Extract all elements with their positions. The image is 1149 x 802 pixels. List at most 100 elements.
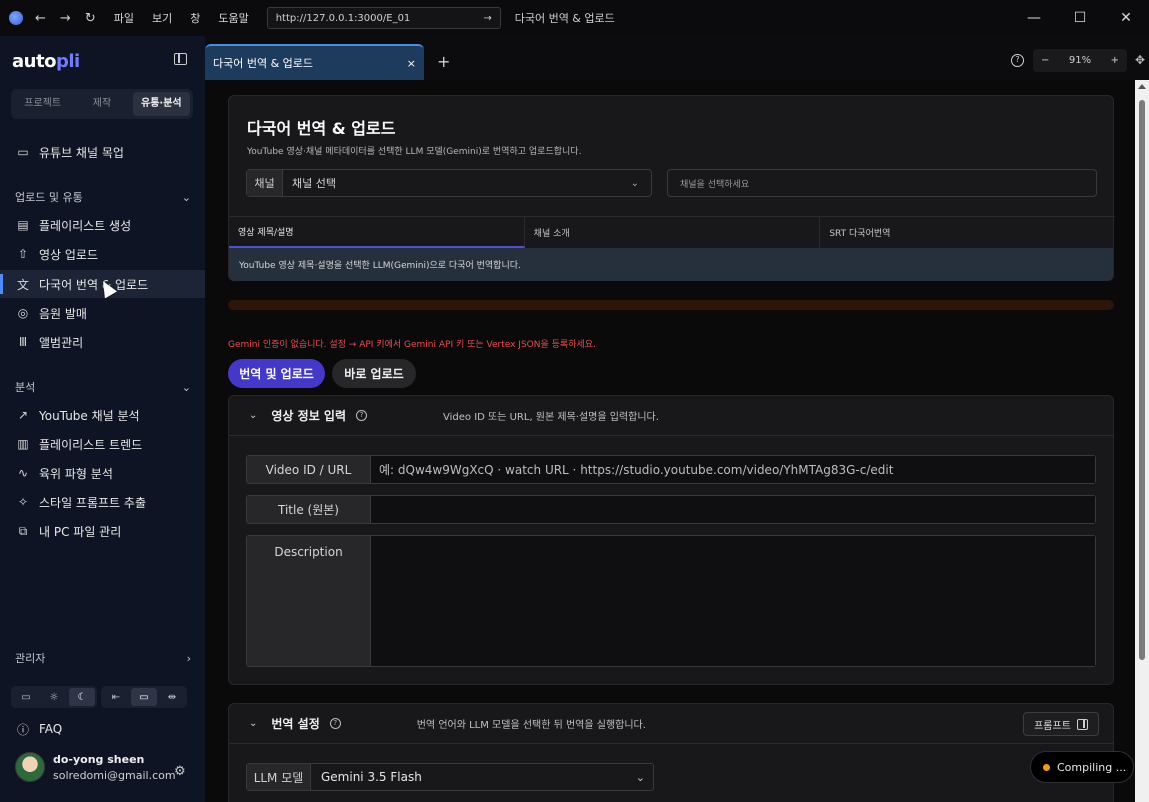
direct-upload-button[interactable]: 바로 업로드 bbox=[332, 359, 416, 388]
sidebar-item-playlist-trend[interactable]: ▥ 플레이리스트 트렌드 bbox=[0, 430, 205, 458]
bar-chart-icon: ▥ bbox=[17, 437, 29, 451]
section-title: 영상 정보 입력 bbox=[271, 409, 346, 423]
sidebar-item-pc-files[interactable]: ⧉ 내 PC 파일 관리 bbox=[0, 517, 205, 545]
back-icon[interactable]: ← bbox=[35, 11, 46, 26]
close-window-icon[interactable]: ✕ bbox=[1103, 0, 1149, 36]
logo-part-a: auto bbox=[12, 51, 56, 72]
sidebar-item-video-upload[interactable]: ⇧ 영상 업로드 bbox=[0, 240, 205, 268]
sidebar-item-faq[interactable]: ⓘ FAQ bbox=[0, 715, 205, 743]
segment-production[interactable]: 제작 bbox=[73, 92, 130, 116]
avatar bbox=[15, 752, 45, 782]
sidebar-item-label: 앨범관리 bbox=[39, 335, 84, 350]
reload-icon[interactable]: ↻ bbox=[85, 11, 96, 26]
header-card: 다국어 번역 & 업로드 YouTube 영상·채널 메타데이터를 선택한 LL… bbox=[228, 95, 1115, 281]
tab-srt-translate[interactable]: SRT 다국어번역 bbox=[820, 217, 1115, 248]
chevron-right-icon: › bbox=[186, 651, 191, 665]
compiling-indicator: Compiling ... bbox=[1030, 751, 1134, 783]
menu-file[interactable]: 파일 bbox=[114, 10, 134, 26]
clipboard-icon: ▤ bbox=[17, 218, 29, 232]
video-info-header[interactable]: ⌄ 영상 정보 입력 ? Video ID 또는 URL, 원본 제목·설명을 … bbox=[229, 396, 1113, 436]
tab-video-title-desc[interactable]: 영상 제목/설명 bbox=[229, 217, 525, 248]
theme-group: ▭ ☼ ☾ bbox=[11, 686, 97, 708]
menu-window[interactable]: 창 bbox=[190, 10, 200, 26]
scroll-up-icon[interactable] bbox=[1138, 84, 1146, 89]
sidebar-section-upload[interactable]: 업로드 및 유통 ⌄ bbox=[15, 189, 191, 205]
chevron-down-icon: ⌄ bbox=[181, 380, 191, 394]
layout-group: ⇤ ▭ ⇹ bbox=[101, 686, 187, 708]
collapse-horizontal-icon[interactable]: ⇤ bbox=[103, 688, 129, 706]
sidebar-item-style-prompt[interactable]: ✧ 스타일 프롬프트 추출 bbox=[0, 488, 205, 516]
theme-layout-switcher: ▭ ☼ ☾ ⇤ ▭ ⇹ bbox=[11, 686, 197, 708]
sidebar-item-album-manage[interactable]: Ⅲ 앨범관리 bbox=[0, 328, 205, 356]
section-description: Video ID 또는 URL, 원본 제목·설명을 입력합니다. bbox=[443, 412, 659, 423]
sidebar-item-youtube-mockup[interactable]: ▭ 유튜브 채널 목업 bbox=[0, 138, 205, 166]
sidebar-item-label: FAQ bbox=[39, 722, 63, 736]
layout-normal-icon[interactable]: ▭ bbox=[131, 688, 157, 706]
logo: autopli bbox=[12, 51, 80, 72]
line-chart-icon: ↗ bbox=[17, 408, 29, 422]
sidebar-item-label: 영상 업로드 bbox=[39, 247, 99, 262]
zoom-out-icon[interactable]: − bbox=[1041, 55, 1049, 66]
llm-value: Gemini 3.5 Flash bbox=[321, 770, 422, 784]
gear-icon[interactable]: ⚙ bbox=[174, 764, 186, 779]
scrollbar[interactable] bbox=[1135, 80, 1149, 802]
user-profile[interactable]: do-yong sheen solredomi@gmail.com bbox=[15, 752, 176, 782]
title-input[interactable] bbox=[371, 496, 1095, 523]
sidebar-toggle-icon[interactable] bbox=[174, 53, 187, 65]
url-bar[interactable]: http://127.0.0.1:3000/E_01 → bbox=[266, 7, 501, 29]
maximize-icon[interactable]: ☐ bbox=[1057, 0, 1103, 36]
prompt-button[interactable]: 프롬프트 bbox=[1023, 712, 1099, 736]
expand-horizontal-icon[interactable]: ⇹ bbox=[159, 688, 185, 706]
auth-warning: Gemini 인증이 없습니다. 설정 → API 키에서 Gemini API… bbox=[228, 340, 596, 350]
channel-value: 채널 선택 bbox=[292, 177, 336, 190]
help-icon[interactable]: ? bbox=[329, 718, 341, 729]
sidebar-item-waveform-analysis[interactable]: ∿ 육위 파형 분석 bbox=[0, 459, 205, 487]
sun-icon[interactable]: ☼ bbox=[41, 688, 67, 706]
help-icon[interactable]: ? bbox=[1011, 54, 1024, 67]
menu-help[interactable]: 도움말 bbox=[218, 10, 248, 26]
menu-view[interactable]: 보기 bbox=[152, 10, 172, 26]
add-tab-icon[interactable]: + bbox=[437, 52, 450, 71]
forward-icon[interactable]: → bbox=[60, 11, 71, 26]
status-dot bbox=[1043, 763, 1050, 771]
sidebar-section-analysis[interactable]: 분석 ⌄ bbox=[15, 379, 191, 395]
sidebar-item-playlist-create[interactable]: ▤ 플레이리스트 생성 bbox=[0, 211, 205, 239]
section-title: 번역 설정 bbox=[271, 717, 320, 731]
video-id-input[interactable]: 예: dQw4w9WgXcQ · watch URL · https://stu… bbox=[371, 456, 1095, 483]
close-icon[interactable]: × bbox=[407, 57, 416, 70]
tab-channel-intro[interactable]: 채널 소개 bbox=[525, 217, 821, 248]
scroll-thumb[interactable] bbox=[1139, 100, 1145, 660]
translate-upload-button[interactable]: 번역 및 업로드 bbox=[228, 359, 325, 388]
section-label: 관리자 bbox=[15, 652, 46, 665]
segment-distribution[interactable]: 유통·분석 bbox=[132, 92, 190, 116]
moon-icon[interactable]: ☾ bbox=[69, 688, 95, 706]
sidebar-item-label: YouTube 채널 분석 bbox=[39, 408, 140, 423]
sparkle-icon: ✧ bbox=[17, 495, 29, 509]
nav-controls: ← → ↻ bbox=[35, 11, 96, 26]
zoom-in-icon[interactable]: + bbox=[1111, 55, 1119, 66]
chevron-down-icon: ⌄ bbox=[635, 770, 645, 784]
panel-icon bbox=[1076, 718, 1088, 730]
move-icon[interactable]: ✥ bbox=[1135, 53, 1145, 67]
sidebar-item-youtube-analysis[interactable]: ↗ YouTube 채널 분석 bbox=[0, 401, 205, 429]
video-info-card: ⌄ 영상 정보 입력 ? Video ID 또는 URL, 원본 제목·설명을 … bbox=[228, 395, 1114, 685]
channel-hint-field[interactable]: 채널을 선택하세요 bbox=[667, 169, 1097, 197]
go-arrow-icon[interactable]: → bbox=[483, 13, 491, 24]
channel-select[interactable]: 채널 채널 선택 ⌄ bbox=[246, 169, 652, 197]
help-icon[interactable]: ? bbox=[356, 410, 367, 421]
monitor-theme-icon[interactable]: ▭ bbox=[13, 688, 39, 706]
translate-settings-header[interactable]: ⌄ 번역 설정 ? 번역 언어와 LLM 모델을 선택한 뒤 번역을 실행합니다… bbox=[229, 704, 1113, 744]
sidebar-section-admin[interactable]: 관리자 › bbox=[15, 650, 191, 666]
llm-model-select[interactable]: LLM 모델 Gemini 3.5 Flash ⌄ bbox=[246, 763, 654, 791]
url-text: http://127.0.0.1:3000/E_01 bbox=[275, 12, 411, 24]
description-textarea[interactable] bbox=[371, 536, 1095, 666]
llm-label: LLM 모델 bbox=[247, 764, 311, 790]
sidebar-item-music-release[interactable]: ◎ 음원 발매 bbox=[0, 299, 205, 327]
tab-translate-upload[interactable]: 다국어 번역 & 업로드 × bbox=[205, 44, 424, 80]
app-icon bbox=[9, 11, 23, 25]
monitor-icon: ▭ bbox=[17, 145, 29, 159]
segment-project[interactable]: 프로젝트 bbox=[14, 92, 71, 116]
minimize-icon[interactable]: — bbox=[1011, 0, 1057, 36]
sidebar-mode-segment: 프로젝트 제작 유통·분석 bbox=[11, 89, 193, 119]
sidebar-item-label: 내 PC 파일 관리 bbox=[39, 524, 122, 539]
